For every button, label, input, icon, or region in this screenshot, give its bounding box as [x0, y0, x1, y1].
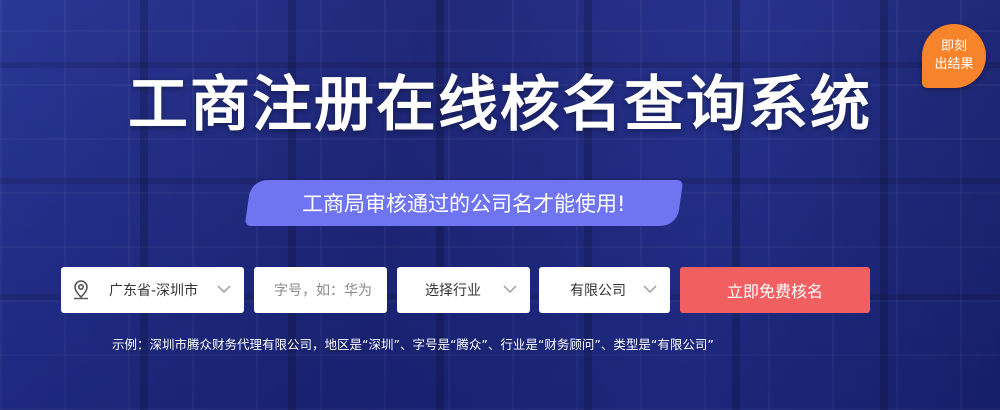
page-title: 工商注册在线核名查询系统 — [128, 70, 872, 140]
location-pin-icon — [74, 280, 88, 300]
instant-result-badge: 即刻 出结果 — [922, 24, 986, 88]
subtitle-banner: 工商局审核通过的公司名才能使用! — [244, 180, 684, 226]
region-value: 广东省-深圳市 — [109, 283, 199, 299]
chevron-down-icon — [217, 285, 231, 293]
badge-line2: 出结果 — [934, 57, 974, 72]
brand-placeholder: 字号，如：华为 — [274, 283, 372, 299]
industry-value: 选择行业 — [425, 283, 481, 299]
chevron-down-icon — [503, 285, 517, 293]
badge-line1: 即刻 — [940, 39, 967, 54]
brand-input[interactable]: 字号，如：华为 — [254, 267, 387, 313]
company-type-value: 有限公司 — [570, 283, 626, 299]
chevron-down-icon — [643, 285, 657, 293]
region-select[interactable]: 广东省-深圳市 — [61, 267, 244, 313]
example-hint: 示例：深圳市腾众财务代理有限公司，地区是“深圳”、字号是“腾众”、行业是“财务顾… — [112, 337, 714, 352]
company-type-select[interactable]: 有限公司 — [539, 267, 670, 313]
industry-select[interactable]: 选择行业 — [397, 267, 530, 313]
subtitle-text: 工商局审核通过的公司名才能使用! — [302, 192, 626, 216]
free-name-check-button[interactable]: 立即免费核名 — [680, 267, 870, 313]
